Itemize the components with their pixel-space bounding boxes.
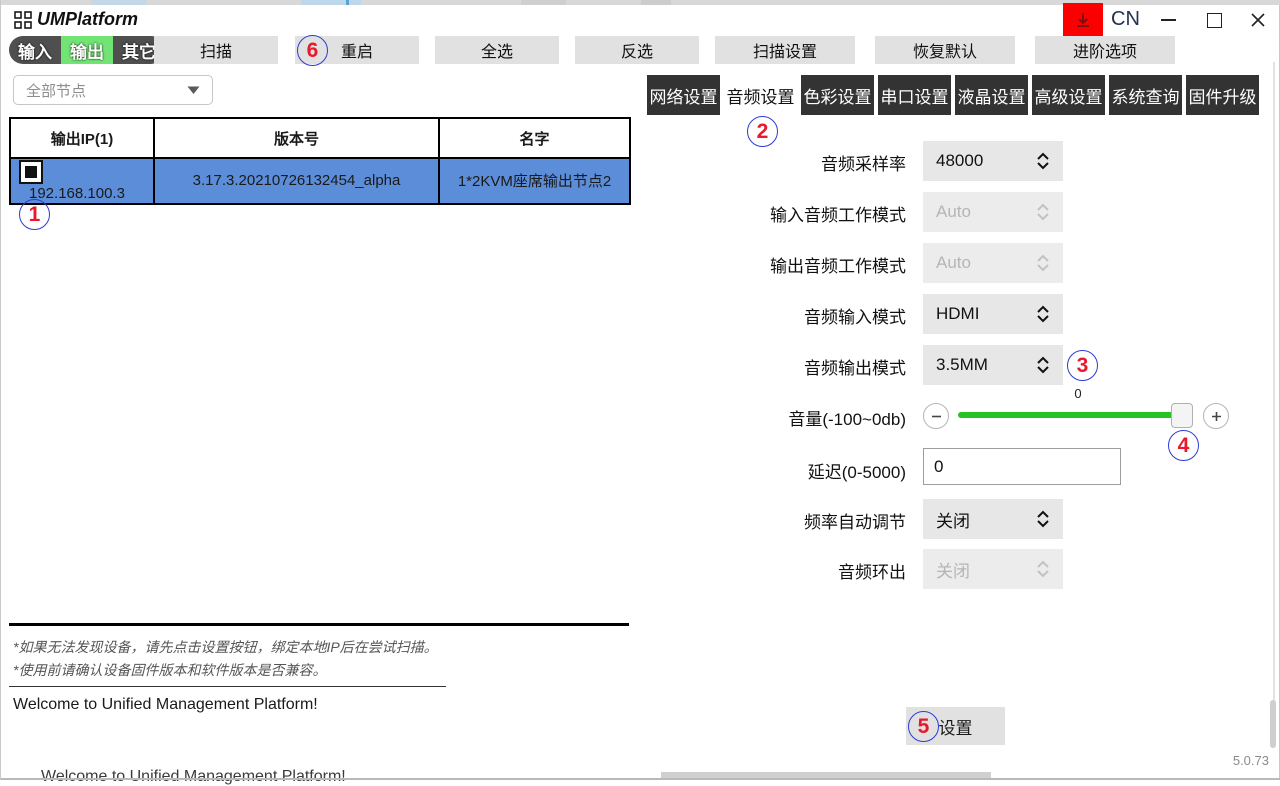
label-freq-auto-adjust: 频率自动调节	[636, 508, 906, 533]
app-title: UMPlatform	[37, 9, 138, 30]
select-audio-input-mode[interactable]: HDMI	[923, 294, 1063, 334]
select-sample-rate[interactable]: 48000	[923, 141, 1063, 181]
download-icon	[1073, 10, 1093, 30]
welcome-message: Welcome to Unified Management Platform!	[13, 696, 318, 714]
annotation-circle-1: 1	[19, 199, 50, 230]
annotation-circle-3: 3	[1067, 350, 1098, 381]
tab-color-settings[interactable]: 色彩设置	[801, 75, 874, 115]
updown-chevron-icon	[1036, 560, 1050, 578]
annotation-circle-5: 5	[908, 711, 939, 742]
updown-chevron-icon	[1036, 254, 1050, 272]
scan-settings-button[interactable]: 扫描设置	[715, 36, 855, 64]
column-header-name[interactable]: 名字	[439, 118, 630, 158]
tab-lcd-settings[interactable]: 液晶设置	[955, 75, 1028, 115]
volume-decrease-button[interactable]	[923, 403, 949, 429]
invert-select-button[interactable]: 反选	[575, 36, 699, 64]
select-all-button[interactable]: 全选	[435, 36, 559, 64]
volume-increase-button[interactable]	[1203, 403, 1229, 429]
label-audio-output-mode: 音频输出模式	[636, 354, 906, 379]
note-line-2: *使用前请确认设备固件版本和软件版本是否兼容。	[13, 660, 326, 680]
select-freq-auto-adjust[interactable]: 关闭	[923, 499, 1063, 539]
tab-audio-settings[interactable]: 音频设置	[724, 75, 797, 115]
tab-firmware-upgrade[interactable]: 固件升级	[1186, 75, 1259, 115]
annotation-circle-6: 6	[297, 35, 328, 66]
annotation-circle-4: 4	[1168, 430, 1199, 461]
label-output-audio-mode: 输出音频工作模式	[636, 252, 906, 277]
select-audio-loopout: 关闭	[923, 549, 1063, 589]
tab-advanced-settings[interactable]: 高级设置	[1032, 75, 1105, 115]
advanced-options-button[interactable]: 进阶选项	[1035, 36, 1175, 64]
device-table: 输出IP(1) 版本号 名字 192.168.100.3 3.17.3.2021…	[9, 117, 631, 205]
select-output-audio-mode-value: Auto	[936, 253, 971, 273]
welcome-message-clipped: Welcome to Unified Management Platform!	[41, 768, 346, 786]
updown-chevron-icon	[1036, 356, 1050, 374]
settings-tab-bar: 网络设置 音频设置 色彩设置 串口设置 液晶设置 高级设置 系统查询 固件升级	[647, 75, 1259, 115]
select-input-audio-mode: Auto	[923, 192, 1063, 232]
label-volume: 音量(-100~0db)	[636, 405, 906, 430]
chevron-down-icon	[187, 86, 200, 95]
select-audio-output-mode[interactable]: 3.5MM	[923, 345, 1063, 385]
volume-slider-track[interactable]	[958, 412, 1178, 418]
label-delay: 延迟(0-5000)	[636, 458, 906, 483]
language-indicator[interactable]: CN	[1111, 8, 1140, 31]
scan-button[interactable]: 扫描	[154, 36, 278, 64]
updown-chevron-icon	[1036, 510, 1050, 528]
io-filter-group: 输入 输出 其它	[9, 36, 165, 64]
tab-system-query[interactable]: 系统查询	[1109, 75, 1182, 115]
annotation-circle-2: 2	[747, 116, 778, 147]
column-header-output-ip[interactable]: 输出IP(1)	[10, 118, 154, 158]
column-header-version[interactable]: 版本号	[154, 118, 439, 158]
cell-name: 1*2KVM座席输出节点2	[439, 158, 630, 204]
cell-version: 3.17.3.20210726132454_alpha	[154, 158, 439, 204]
volume-value: 0	[958, 386, 1198, 401]
select-audio-loopout-value: 关闭	[936, 557, 970, 582]
label-audio-input-mode: 音频输入模式	[636, 303, 906, 328]
filter-tab-input[interactable]: 输入	[9, 36, 61, 64]
tab-serial-settings[interactable]: 串口设置	[878, 75, 951, 115]
app-logo-icon	[14, 11, 32, 34]
restore-defaults-button[interactable]: 恢复默认	[875, 36, 1015, 64]
minimize-button[interactable]	[1151, 6, 1185, 34]
checkbox-checked-mark	[25, 166, 37, 178]
vertical-scrollbar-track[interactable]	[1273, 62, 1275, 748]
notes-divider	[9, 686, 446, 687]
select-audio-output-mode-value: 3.5MM	[936, 355, 988, 375]
table-row[interactable]: 192.168.100.3 3.17.3.20210726132454_alph…	[10, 158, 630, 204]
plus-icon	[1211, 411, 1222, 422]
vertical-scrollbar-thumb[interactable]	[1270, 700, 1276, 748]
updown-chevron-icon	[1036, 203, 1050, 221]
tab-network-settings[interactable]: 网络设置	[647, 75, 720, 115]
node-filter-value: 全部节点	[26, 80, 86, 101]
cell-output-ip: 192.168.100.3	[29, 185, 125, 202]
label-sample-rate: 音频采样率	[636, 150, 906, 175]
label-audio-loopout: 音频环出	[636, 558, 906, 583]
select-input-audio-mode-value: Auto	[936, 202, 971, 222]
volume-slider-handle[interactable]	[1171, 403, 1193, 428]
version-label: 5.0.73	[1161, 753, 1269, 768]
select-output-audio-mode: Auto	[923, 243, 1063, 283]
minimize-icon	[1161, 19, 1176, 21]
minus-icon	[931, 411, 942, 422]
select-freq-auto-adjust-value: 关闭	[936, 507, 970, 532]
close-button[interactable]	[1241, 6, 1275, 34]
label-input-audio-mode: 输入音频工作模式	[636, 201, 906, 226]
select-audio-input-mode-value: HDMI	[936, 304, 979, 324]
updown-chevron-icon	[1036, 305, 1050, 323]
table-header-row: 输出IP(1) 版本号 名字	[10, 118, 630, 158]
close-icon	[1250, 12, 1266, 28]
delay-input-value: 0	[934, 457, 943, 477]
download-button[interactable]	[1063, 3, 1103, 37]
node-filter-dropdown[interactable]: 全部节点	[13, 75, 213, 105]
maximize-icon	[1207, 13, 1222, 28]
updown-chevron-icon	[1036, 152, 1050, 170]
maximize-button[interactable]	[1197, 6, 1231, 34]
note-line-1: *如果无法发现设备，请先点击设置按钮，绑定本地IP后在尝试扫描。	[13, 637, 438, 657]
row-checkbox[interactable]	[19, 160, 43, 184]
delay-input[interactable]: 0	[923, 448, 1121, 485]
select-sample-rate-value: 48000	[936, 151, 983, 171]
list-bottom-divider	[9, 623, 629, 626]
filter-tab-output[interactable]: 输出	[61, 36, 113, 64]
